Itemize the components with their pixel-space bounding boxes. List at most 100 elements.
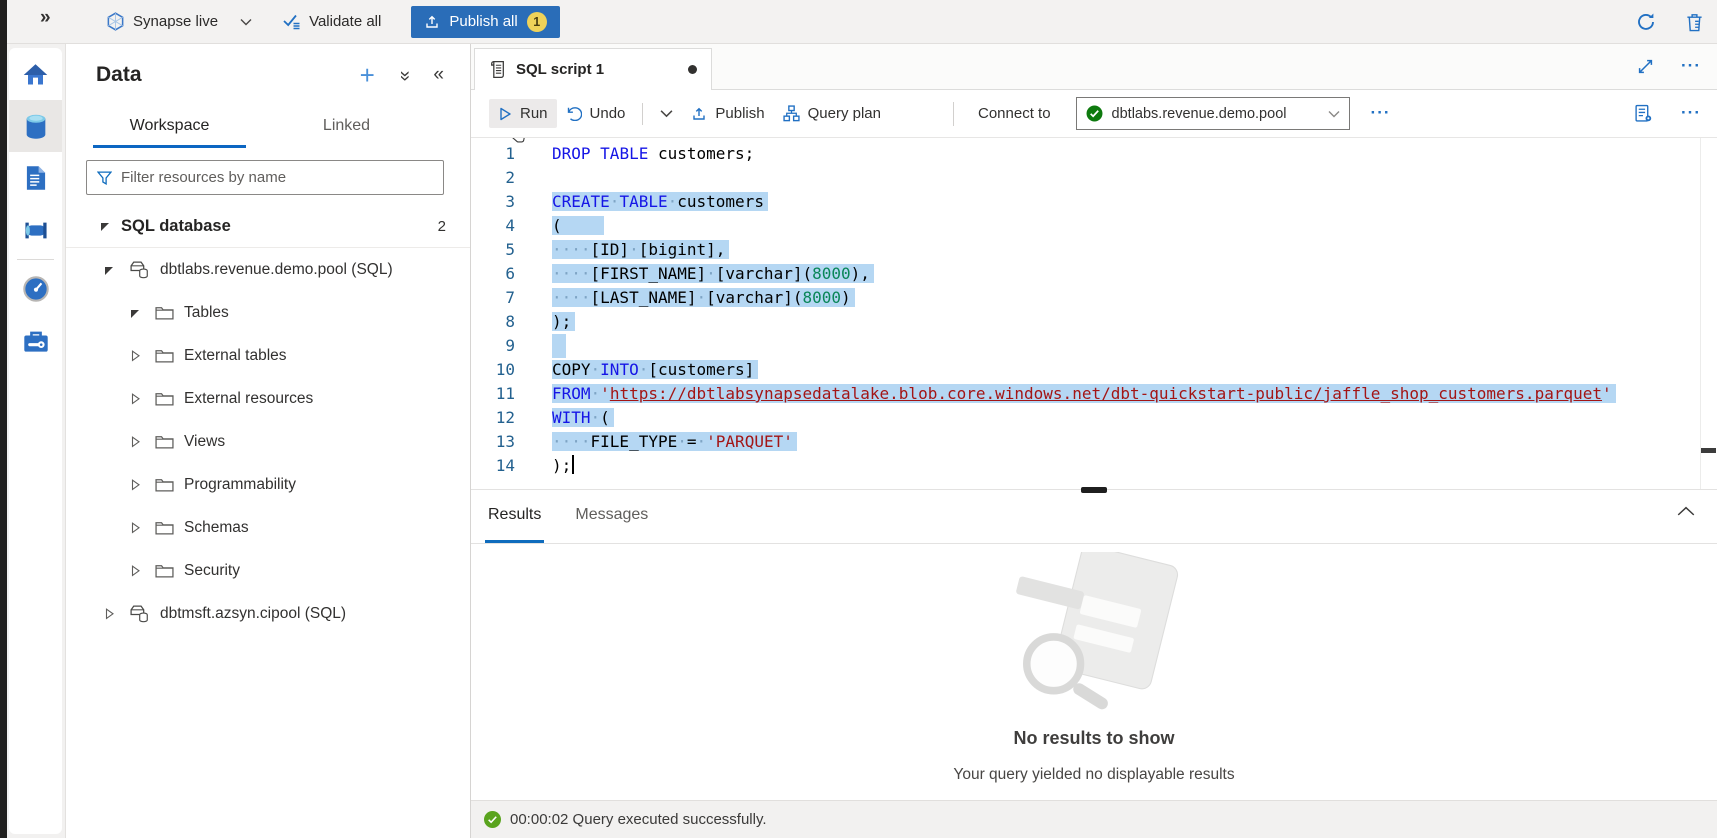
run-options-dropdown-icon[interactable]: [651, 103, 682, 124]
tree-item-label: Schemas: [184, 519, 249, 537]
topbar-right-icons: [1636, 0, 1703, 44]
rail-items: [9, 48, 62, 834]
connect-more-actions-icon[interactable]: ···: [1371, 110, 1391, 117]
tree-pool-item[interactable]: dbtmsft.azsyn.cipool (SQL): [66, 592, 470, 635]
code-line-1[interactable]: 1DROP TABLE customers;: [471, 142, 1700, 166]
tab-sql-script-1[interactable]: SQL script 1: [474, 48, 712, 90]
collapse-panel-icon[interactable]: «: [433, 64, 442, 86]
line-number: 7: [471, 286, 515, 310]
twistie-collapsed-icon[interactable]: [129, 565, 141, 577]
success-check-icon: [484, 811, 501, 828]
pool-select-dropdown[interactable]: dbtlabs.revenue.demo.pool: [1076, 97, 1350, 130]
left-edge-strip: [0, 0, 7, 838]
twistie-collapsed-icon[interactable]: [129, 350, 141, 362]
publish-button[interactable]: Publish: [682, 99, 773, 128]
folder-icon: [155, 348, 174, 363]
code-line-5[interactable]: 5····[ID]·[bigint],: [471, 238, 1700, 262]
line-number: 2: [471, 166, 515, 190]
chevron-down-icon: [240, 18, 252, 26]
tree-pool-item[interactable]: dbtlabs.revenue.demo.pool (SQL): [66, 248, 470, 291]
editor-more-actions-icon[interactable]: ···: [1681, 110, 1701, 117]
line-content: (: [552, 214, 600, 238]
twistie-expanded-icon[interactable]: [129, 308, 141, 318]
query-plan-label: Query plan: [808, 105, 881, 122]
integrate-icon: [22, 220, 50, 241]
left-rail: [7, 44, 66, 838]
selection-highlight: (: [552, 216, 600, 235]
filter-resources-input[interactable]: [121, 169, 433, 186]
tree-folder-views[interactable]: Views: [66, 420, 470, 463]
twistie-collapsed-icon[interactable]: [129, 479, 141, 491]
expand-rail-icon[interactable]: »: [40, 7, 49, 29]
rail-item-develop[interactable]: [9, 152, 62, 204]
tree-item-label: dbtmsft.azsyn.cipool (SQL): [160, 605, 346, 623]
line-number: 8: [471, 310, 515, 334]
tree-folder-programmability[interactable]: Programmability: [66, 463, 470, 506]
publish-count-badge: 1: [527, 12, 547, 32]
tabstrip-right-icons: ···: [1638, 44, 1701, 89]
line-content: ····[ID]·[bigint],: [552, 238, 725, 262]
twistie-expanded-icon[interactable]: [103, 265, 115, 275]
connect-to-group: Connect to dbtlabs.revenue.demo.pool ···: [953, 90, 1391, 137]
editor-overview-ruler[interactable]: [1700, 138, 1717, 489]
doc-tab-title: SQL script 1: [516, 61, 604, 78]
tab-more-actions-icon[interactable]: ···: [1681, 63, 1701, 70]
code-line-7[interactable]: 7····[LAST_NAME]·[varchar](8000): [471, 286, 1700, 310]
rail-item-data[interactable]: [9, 100, 62, 152]
sql-code-editor[interactable]: 1DROP TABLE customers;23CREATE·TABLE·cus…: [471, 138, 1717, 489]
code-line-3[interactable]: 3CREATE·TABLE·customers: [471, 190, 1700, 214]
expand-editor-icon[interactable]: [1638, 59, 1653, 74]
refresh-icon[interactable]: [1636, 12, 1656, 32]
tab-workspace[interactable]: Workspace: [93, 106, 246, 148]
tree-folder-schemas[interactable]: Schemas: [66, 506, 470, 549]
selection-highlight: FROM·'https://dbtlabsynapsedatalake.blob…: [552, 384, 1612, 403]
selection-highlight: WITH·(: [552, 408, 610, 427]
trash-icon[interactable]: [1686, 13, 1703, 32]
code-line-13[interactable]: 13····FILE_TYPE·=·'PARQUET': [471, 430, 1700, 454]
toolbar-separator: [642, 103, 643, 125]
develop-icon: [24, 165, 48, 191]
tab-linked[interactable]: Linked: [270, 106, 423, 148]
code-line-4[interactable]: 4(: [471, 214, 1700, 238]
tab-messages[interactable]: Messages: [572, 490, 651, 543]
validate-all-button[interactable]: Validate all: [282, 13, 381, 30]
results-tabbar: Results Messages: [471, 490, 1717, 544]
rail-item-home[interactable]: [9, 48, 62, 100]
undo-button[interactable]: Undo: [557, 99, 635, 128]
tree-folder-external-tables[interactable]: External tables: [66, 334, 470, 377]
line-content: );: [552, 454, 574, 478]
run-button[interactable]: Run: [489, 99, 557, 128]
code-line-12[interactable]: 12WITH·(: [471, 406, 1700, 430]
twistie-expanded-icon[interactable]: [99, 221, 111, 231]
code-line-6[interactable]: 6····[FIRST_NAME]·[varchar](8000),: [471, 262, 1700, 286]
collapse-results-icon[interactable]: [1677, 506, 1695, 516]
tree-item-label: Security: [184, 562, 240, 580]
expand-all-icon[interactable]: »: [393, 71, 415, 80]
status-message: 00:00:02 Query executed successfully.: [510, 811, 767, 828]
mode-switcher[interactable]: Synapse live: [106, 12, 252, 31]
tree-root-sql-database[interactable]: SQL database2: [66, 205, 470, 248]
code-line-10[interactable]: 10COPY·INTO·[customers]: [471, 358, 1700, 382]
twistie-collapsed-icon[interactable]: [129, 393, 141, 405]
folder-icon: [155, 391, 174, 406]
code-line-11[interactable]: 11FROM·'https://dbtlabsynapsedatalake.bl…: [471, 382, 1700, 406]
tab-results[interactable]: Results: [485, 490, 544, 543]
rail-item-manage[interactable]: [9, 315, 62, 367]
tree-folder-tables[interactable]: Tables: [66, 291, 470, 334]
publish-all-button[interactable]: Publish all 1: [411, 6, 559, 38]
add-resource-icon[interactable]: +: [360, 62, 375, 88]
code-line-14[interactable]: 14);: [471, 454, 1700, 478]
twistie-collapsed-icon[interactable]: [103, 608, 115, 620]
properties-icon[interactable]: [1634, 104, 1653, 123]
code-line-2[interactable]: 2: [471, 166, 1700, 190]
twistie-collapsed-icon[interactable]: [129, 436, 141, 448]
code-line-8[interactable]: 8);: [471, 310, 1700, 334]
line-content: FROM·'https://dbtlabsynapsedatalake.blob…: [552, 382, 1612, 406]
tree-folder-external-resources[interactable]: External resources: [66, 377, 470, 420]
query-plan-button[interactable]: Query plan: [774, 99, 890, 128]
code-line-9[interactable]: 9: [471, 334, 1700, 358]
rail-item-monitor[interactable]: [9, 263, 62, 315]
twistie-collapsed-icon[interactable]: [129, 522, 141, 534]
tree-folder-security[interactable]: Security: [66, 549, 470, 592]
rail-item-integrate[interactable]: [9, 204, 62, 256]
